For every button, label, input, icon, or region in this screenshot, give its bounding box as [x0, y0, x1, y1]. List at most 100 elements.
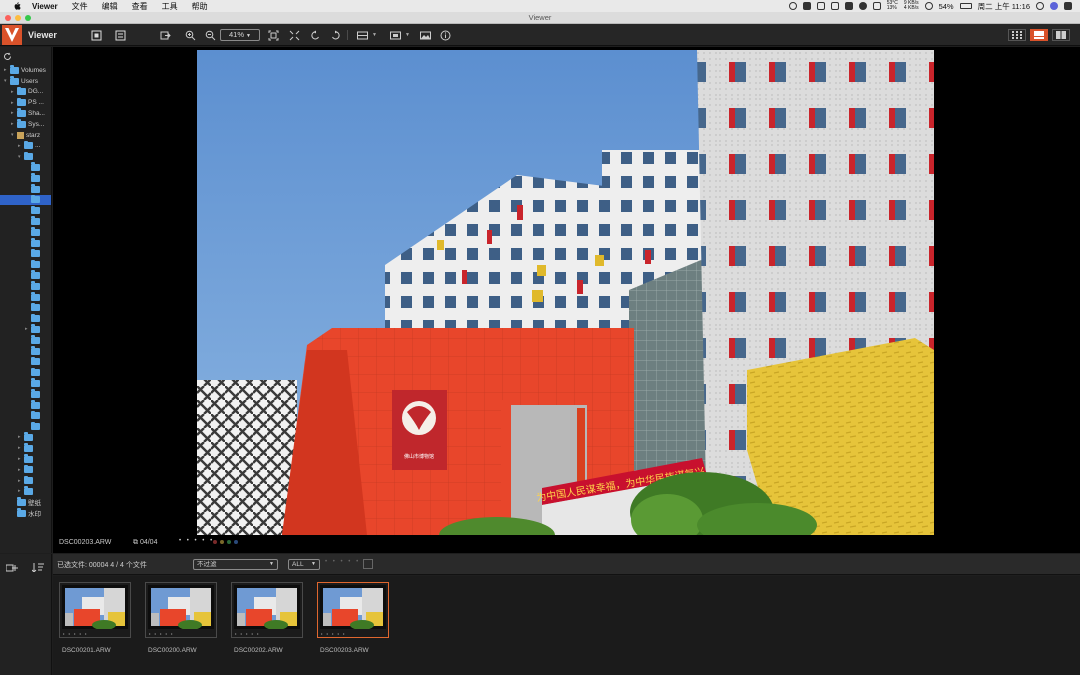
battery-icon[interactable]	[959, 3, 972, 9]
sidebar-folder-item[interactable]	[0, 281, 51, 292]
zoom-out-icon[interactable]	[203, 28, 217, 42]
sidebar-folder-item[interactable]: ▸	[0, 324, 51, 335]
sidebar-folder-item[interactable]: ▾ starz	[0, 130, 51, 141]
wifi-icon[interactable]	[924, 2, 933, 10]
filmstrip-thumbnail[interactable]: • • • • •	[59, 582, 131, 638]
fullscreen-icon[interactable]	[113, 28, 127, 42]
sidebar-folder-item[interactable]	[0, 270, 51, 281]
sidebar-folder-item[interactable]: ▸	[0, 486, 51, 497]
label-blue-dot[interactable]	[234, 540, 238, 544]
sidebar-folder-item[interactable]	[0, 400, 51, 411]
sidebar-folder-item[interactable]	[0, 356, 51, 368]
filmstrip-thumbnail[interactable]: • • • • •	[317, 582, 389, 638]
battery-percent[interactable]: 54%	[939, 2, 954, 11]
sidebar-folder-item[interactable]: ▸	[0, 475, 51, 486]
compare-icon[interactable]	[355, 28, 369, 42]
document-icon[interactable]	[830, 2, 839, 10]
label-green-dot[interactable]	[227, 540, 231, 544]
sidebar-folder-item[interactable]: 壁纸	[0, 497, 51, 508]
filter-checkbox[interactable]	[363, 559, 373, 569]
sidebar-folder-item[interactable]	[0, 216, 51, 227]
sidebar-folder-item[interactable]	[0, 346, 51, 357]
thumbnail-rating[interactable]: • • • • •	[321, 631, 346, 636]
sidebar-folder-item[interactable]: ▸ Sha...	[0, 108, 51, 119]
apple-icon[interactable]	[12, 1, 22, 11]
info-icon[interactable]	[438, 28, 452, 42]
rating-stars[interactable]: • • • • •	[179, 538, 214, 544]
filmstrip-thumbnail[interactable]: • • • • •	[231, 582, 303, 638]
sidebar-folder-item[interactable]	[0, 194, 51, 206]
rating-filter-stars[interactable]: • • • • •	[325, 559, 360, 565]
sidebar-folder-item[interactable]	[0, 259, 51, 270]
label-yellow-dot[interactable]	[220, 540, 224, 544]
export-icon[interactable]	[158, 28, 172, 42]
sidebar-folder-item[interactable]	[0, 238, 51, 249]
slideshow-caret-icon[interactable]: ▼	[405, 32, 410, 38]
sidebar-folder-item[interactable]: ▸ Sys...	[0, 119, 51, 130]
sidebar-folder-item[interactable]	[0, 410, 51, 422]
image-viewer[interactable]: 佛山市博物馆 为中国人民谋幸福，为中华民族谋复兴 DSC00203.ARW ⧉ …	[53, 47, 1080, 553]
thumbnail-rating[interactable]: • • • • •	[149, 631, 174, 636]
clipboard-icon[interactable]	[816, 2, 825, 10]
typora-icon[interactable]	[844, 2, 853, 10]
single-view-icon[interactable]	[1030, 29, 1048, 41]
sidebar-folder-item[interactable]	[0, 378, 51, 389]
sidebar-folder-item[interactable]: ▸ DG...	[0, 86, 51, 98]
menu-edit[interactable]: 编辑	[102, 1, 118, 12]
thumbnail-rating[interactable]: • • • • •	[63, 631, 88, 636]
rotate-left-icon[interactable]	[308, 28, 322, 42]
rotate-right-icon[interactable]	[328, 28, 342, 42]
menu-file[interactable]: 文件	[72, 1, 88, 12]
sidebar-folder-item[interactable]	[0, 162, 51, 173]
sidebar-folder-item[interactable]	[0, 227, 51, 238]
wechat-icon[interactable]	[802, 2, 811, 10]
sidebar-folder-item[interactable]	[0, 335, 51, 346]
sidebar-folder-item[interactable]	[0, 184, 51, 195]
menu-help[interactable]: 帮助	[192, 1, 208, 12]
sync-icon[interactable]	[788, 2, 797, 10]
main-photo[interactable]: 佛山市博物馆 为中国人民谋幸福，为中华民族谋复兴	[197, 50, 934, 535]
color-labels[interactable]	[213, 538, 238, 544]
eye-icon[interactable]	[858, 2, 867, 10]
sidebar-folder-item[interactable]	[0, 248, 51, 260]
menu-app[interactable]: Viewer	[32, 2, 58, 11]
filter-select[interactable]: 不过滤 ▼	[193, 559, 278, 570]
thumbnail-rating[interactable]: • • • • •	[235, 631, 260, 636]
sidebar-folder-item[interactable]: ▾ Users	[0, 76, 51, 87]
net-readout[interactable]: 9 KB/s 4 KB/s	[904, 1, 919, 11]
image-icon[interactable]	[418, 28, 432, 42]
expand-icon[interactable]	[287, 28, 301, 42]
temp-readout[interactable]: 53°C 13%	[887, 1, 898, 11]
filmstrip-thumbnail[interactable]: • • • • •	[145, 582, 217, 638]
clock[interactable]: 周二 上午 11:16	[978, 1, 1030, 12]
sidebar-folder-item[interactable]	[0, 173, 51, 184]
sidebar-folder-item[interactable]: ▸	[0, 432, 51, 443]
sidebar-folder-item[interactable]	[0, 389, 51, 400]
sidebar-folder-item[interactable]: ▸ PS ...	[0, 97, 51, 108]
sidebar-folder-item[interactable]	[0, 313, 51, 324]
fit-icon[interactable]	[89, 28, 103, 42]
label-filter-select[interactable]: ALL ▼	[288, 559, 320, 570]
zoom-in-icon[interactable]	[183, 28, 197, 42]
zoom-level-select[interactable]: 41% ▼	[220, 29, 260, 41]
sidebar-folder-item[interactable]: ▸	[0, 443, 51, 454]
sidebar-folder-item[interactable]	[0, 367, 51, 378]
sidebar-folder-item[interactable]: ▸	[0, 454, 51, 465]
sidebar-folder-item[interactable]: ▸...	[0, 140, 51, 152]
sidebar-folder-item[interactable]: ▸	[0, 464, 51, 476]
fit-screen-icon[interactable]	[266, 28, 280, 42]
split-view-icon[interactable]	[1052, 29, 1070, 41]
sidebar-folder-item[interactable]: ▸ Volumes	[0, 65, 51, 76]
search-icon[interactable]	[1036, 2, 1044, 10]
grid-view-icon[interactable]	[1008, 29, 1026, 41]
sidebar-folder-item[interactable]: 水印	[0, 508, 51, 519]
sidebar-folder-item[interactable]	[0, 205, 51, 216]
siri-icon[interactable]	[1050, 2, 1058, 10]
menu-view[interactable]: 查看	[132, 1, 148, 12]
sort-icon[interactable]	[32, 563, 44, 572]
slideshow-icon[interactable]	[388, 28, 402, 42]
sidebar-folder-item[interactable]	[0, 421, 51, 432]
refresh-icon[interactable]	[3, 52, 12, 61]
label-red-dot[interactable]	[213, 540, 217, 544]
compare-caret-icon[interactable]: ▼	[372, 32, 377, 38]
